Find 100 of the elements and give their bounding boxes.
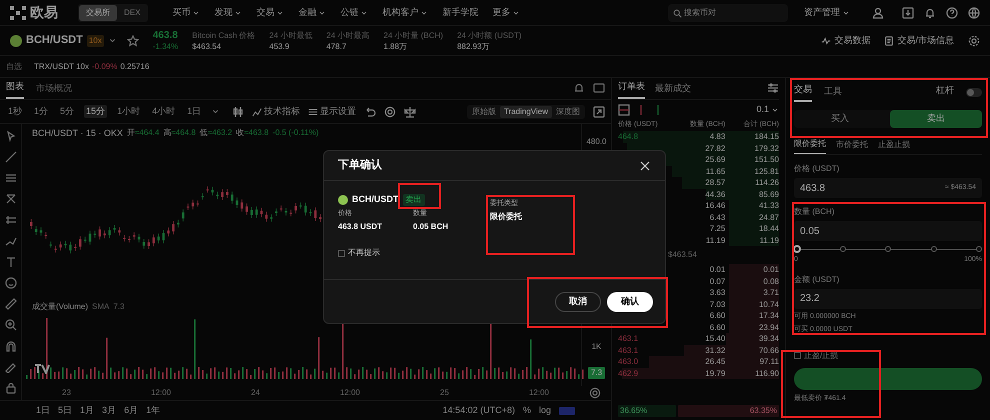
book-amount: 25.69 [705,155,726,164]
book-total: 24.87 [758,212,779,222]
range-button[interactable]: 3月 [102,404,116,418]
nav-menu-item[interactable]: 交易 [256,6,284,20]
book-total: 116.90 [755,368,779,378]
input-field[interactable]: 0.05 [794,221,982,241]
book-total: 114.26 [755,178,779,187]
header-link[interactable]: 交易/市场信息 [884,34,954,48]
confirm-button[interactable]: 确认 [607,292,653,312]
book-amount: 11.65 [706,166,726,176]
time-axis-label: 12:00 [340,387,360,399]
header-link[interactable]: 交易数据 [821,34,870,48]
book-total: 0.01 [763,265,779,274]
book-total: 0.08 [763,276,779,286]
order-type-tab[interactable]: 止盈止损 [878,138,910,154]
scale-option[interactable]: log [538,404,551,418]
stat-label: 24 小时最低 [269,30,312,40]
field-label: 价格 (USDT) [794,163,840,175]
range-button[interactable]: 1年 [146,404,160,418]
nav-menu-item[interactable]: 金融 [298,6,326,20]
interval-tab[interactable]: 1分 [32,104,50,118]
view-tab[interactable]: 深度图 [552,106,584,118]
time-axis-label: 12:00 [528,387,549,399]
book-total: 179.32 [754,144,779,152]
nav-menu-item[interactable]: 新手学院 [442,6,478,20]
assets-menu[interactable]: 资产管理 [804,6,850,20]
book-total: 85.69 [758,190,779,198]
search-field[interactable]: 搜索币对 [668,4,788,22]
price-axis-label: 480.0 [586,136,607,148]
book-amount: 26.45 [705,357,726,366]
ohlc-value: 收≈463.8 [236,127,269,139]
ohlc-change: -0.5 (-0.11%) [272,127,319,139]
mode-tab[interactable]: DEX [117,4,148,20]
book-total: 18.44 [758,224,779,233]
leverage-badge: 10x [86,34,104,46]
book-price: 462.9 [618,368,638,378]
nav-menu-item[interactable]: 更多 [492,6,520,20]
book-amount: 7.25 [710,224,726,233]
book-total: 39.34 [758,334,779,343]
interval-tab[interactable]: 15分 [84,104,108,118]
precision-select[interactable]: 0.1 [756,103,779,117]
book-amount: 3.63 [710,288,726,297]
range-button[interactable]: 6月 [124,404,138,418]
scale-option[interactable]: % [522,404,531,418]
checkbox-label: 不再提示 [348,247,380,259]
dialog-field-value: 0.05 BCH [413,221,450,233]
interval-tab[interactable]: 1日 [185,104,204,118]
side-button[interactable]: 卖出 [890,110,982,128]
book-total: 41.33 [758,201,779,210]
book-total: 125.81 [754,166,779,176]
chart-tool-button[interactable]: 显示设置 [308,104,356,118]
side-badge: 卖出 [402,194,424,206]
interval-tab[interactable]: 1小时 [115,104,142,118]
field-label: 金额 (USDT) [794,274,840,286]
order-book-tab[interactable]: 最新成交 [655,82,691,99]
time-axis-label: 25 [440,387,449,399]
book-amount: 0.01 [710,265,726,274]
book-amount: 6.43 [710,212,726,222]
chart-tab[interactable]: 图表 [6,80,24,99]
order-type-tab[interactable]: 市价委托 [836,138,868,154]
input-field[interactable]: 23.2 [794,288,982,308]
time-axis-label: 23 [62,387,71,399]
trade-tab[interactable]: 工具 [824,84,842,102]
range-button[interactable]: 1月 [80,404,94,418]
nav-menu-item[interactable]: 机构客户 [382,6,428,20]
order-type-tab[interactable]: 限价委托 [794,138,826,154]
range-button[interactable]: 1日 [36,404,50,418]
stat-value: $463.54 [192,40,222,52]
dialog-pair: BCH/USDT [352,193,398,206]
view-tab[interactable]: 原始版 [468,106,500,118]
book-amount: 7.03 [710,300,726,308]
volume-label: 成交量(Volume) [32,300,88,312]
chart-tool-button[interactable]: 技术指标 [252,104,300,118]
book-amount: 0.07 [710,276,726,286]
view-tab[interactable]: TradingView [500,106,552,118]
nav-menu-item[interactable]: 买币 [172,6,200,20]
book-price: 463.1 [618,334,638,343]
logo-text: 欧易 [30,3,58,22]
favorites-label: 自选 [6,60,22,72]
interval-tab[interactable]: 1秒 [6,104,24,118]
range-button[interactable]: 5日 [58,404,72,418]
nav-menu-item[interactable]: 公链 [340,6,368,20]
nav-menu-item[interactable]: 发现 [214,6,242,20]
cancel-button[interactable]: 取消 [555,292,601,312]
stat-label: 24 小时量 (BCH) [384,30,444,40]
stat-value: 882.93万 [457,40,491,52]
favorite-pair[interactable]: TRX/USDT 10x -0.09% 0.25716 [34,60,150,72]
order-book-tab[interactable]: 订单表 [618,80,645,99]
interval-tab[interactable]: 4小时 [150,104,178,118]
book-total: 70.66 [758,346,779,354]
book-amount: 16.46 [705,201,726,210]
interval-tab[interactable]: 5分 [58,104,76,118]
side-button[interactable]: 买入 [794,110,886,128]
book-total: 10.74 [758,300,779,308]
trade-tab[interactable]: 交易 [794,82,812,102]
chart-tab[interactable]: 市场概况 [36,82,72,99]
book-price: 463.0 [618,357,638,366]
mid-reference-price: $463.54 [668,249,697,261]
book-total: 184.15 [754,132,779,141]
mode-tab[interactable]: 交易所 [79,4,117,20]
